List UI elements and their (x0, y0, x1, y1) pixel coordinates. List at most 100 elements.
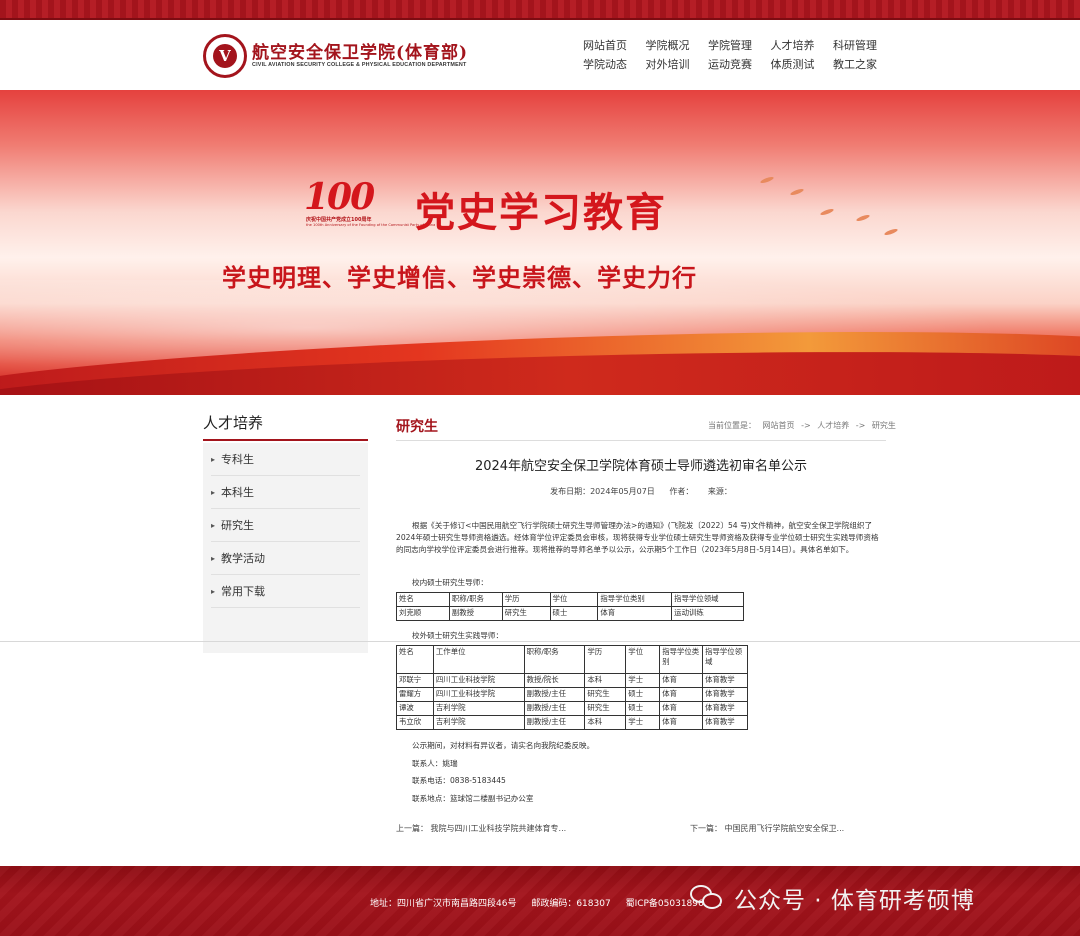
breadcrumb-arrow: -> (855, 421, 866, 430)
table-header-row: 姓名 工作单位 职称/职务 学历 学位 指导学位类别 指导学位领域 (396, 645, 748, 674)
bird-decor-icon (789, 187, 805, 197)
banner-title: 党史学习教育 (415, 189, 667, 236)
table1-label: 校内硕士研究生导师： (412, 578, 488, 587)
table-header-cell: 职称/职务 (448, 592, 503, 607)
college-seal-icon[interactable]: V (203, 34, 247, 78)
table-cell: 副教授/主任 (523, 701, 586, 716)
banner-subtitle: 学史明理、学史增信、学史崇德、学史力行 (222, 264, 697, 292)
table-header-cell: 指导学位类别 (597, 592, 673, 607)
next-article-link[interactable]: 下一篇： 中国民用飞行学院航空安全保卫... (690, 823, 844, 834)
breadcrumb-talent[interactable]: 人才培养 (817, 421, 849, 430)
article-date: 发布日期：2024年05月07日 (550, 487, 655, 496)
table-cell: 四川工业科技学院 (432, 687, 525, 702)
table-cell: 吉利学院 (432, 701, 525, 716)
table-header-cell: 学位 (625, 645, 661, 674)
nav-research[interactable]: 科研管理 (833, 39, 896, 52)
site-header: V 航空安全保卫学院(体育部) CIVIL AVIATION SECURITY … (0, 20, 1080, 90)
sidebar-item-teaching[interactable]: ▸ 教学活动 (211, 542, 360, 575)
table-cell: 体育 (597, 606, 673, 621)
sidebar-item-label: 教学活动 (221, 552, 266, 565)
prev-article-link[interactable]: 上一篇： 我院与四川工业科技学院共建体育专... (396, 823, 566, 834)
article-meta: 发布日期：2024年05月07日 作者： 来源： (396, 486, 886, 497)
table-header-cell: 指导学位类别 (659, 645, 704, 674)
article-source: 来源： (707, 487, 732, 496)
table-row: 雷耀方 四川工业科技学院 副教授/主任 研究生 硕士 体育 体育教学 (396, 687, 748, 702)
nav-competition[interactable]: 运动竞赛 (708, 58, 771, 71)
table-cell: 教授/院长 (523, 673, 586, 688)
nav-management[interactable]: 学院管理 (708, 39, 771, 52)
table-cell: 本科 (584, 715, 627, 730)
breadcrumb: 当前位置是： 网站首页 -> 人才培养 -> 研究生 (708, 420, 900, 431)
notice-text: 公示期间，对材料有异议者，请实名向我院纪委反映。 (412, 741, 595, 750)
breadcrumb-home[interactable]: 网站首页 (763, 421, 795, 430)
table-cell: 运动训练 (671, 606, 744, 621)
table-cell: 体育教学 (702, 715, 748, 730)
nav-news[interactable]: 学院动态 (583, 58, 646, 71)
external-supervisor-table: 姓名 工作单位 职称/职务 学历 学位 指导学位类别 指导学位领域 邓联宁 四川… (396, 645, 748, 730)
main-nav: 网站首页 学院概况 学院管理 人才培养 科研管理 学院动态 对外培训 运动竞赛 … (583, 39, 883, 71)
table-cell: 体育 (659, 715, 704, 730)
nav-home[interactable]: 网站首页 (583, 39, 646, 52)
breadcrumb-graduate[interactable]: 研究生 (872, 421, 896, 430)
table-header-cell: 学历 (501, 592, 551, 607)
table-cell: 副教授/主任 (523, 715, 586, 730)
table-row: 邓联宁 四川工业科技学院 教授/院长 本科 学士 体育 体育教学 (396, 673, 748, 688)
sidebar-title: 人才培养 (203, 414, 264, 432)
table-row: 谭波 吉利学院 副教授/主任 研究生 硕士 体育 体育教学 (396, 701, 748, 716)
bird-decor-icon (819, 207, 835, 217)
sidebar-item-undergraduate[interactable]: ▸ 本科生 (211, 476, 360, 509)
table-header-cell: 工作单位 (432, 645, 525, 674)
bird-decor-icon (759, 175, 775, 185)
sidebar-item-label: 专科生 (221, 453, 255, 466)
bullet-icon: ▸ (211, 586, 216, 596)
watermark-text: 公众号 · 体育研考硕博 (734, 888, 975, 914)
table-cell: 体育 (659, 673, 704, 688)
internal-supervisor-table: 姓名 职称/职务 学历 学位 指导学位类别 指导学位领域 刘克顺 副教授 研究生… (396, 592, 744, 621)
section-divider (396, 440, 886, 441)
nav-overview[interactable]: 学院概况 (646, 39, 709, 52)
table-cell: 雷耀方 (396, 687, 434, 702)
table-cell: 谭波 (396, 701, 434, 716)
nav-talent[interactable]: 人才培养 (771, 39, 834, 52)
bullet-icon: ▸ (211, 553, 216, 563)
wechat-watermark: 公众号 · 体育研考硕博 (690, 876, 975, 920)
centenary-badge: 100 庆祝中国共产党成立100周年 the 100th Anniversary… (304, 176, 435, 227)
table-cell: 体育 (659, 701, 704, 716)
top-decor-strip (0, 0, 1080, 20)
bullet-icon: ▸ (211, 487, 216, 497)
bullet-icon: ▸ (211, 520, 216, 530)
contact-person: 联系人：姚瑞 (412, 759, 458, 768)
sidebar-item-label: 研究生 (221, 519, 255, 532)
table-header-cell: 姓名 (396, 592, 450, 607)
site-footer: 地址：四川省广汉市南昌路四段46号 邮政编码：618307 蜀ICP备05031… (0, 866, 1080, 936)
sidebar-item-label: 本科生 (221, 486, 255, 499)
table-header-cell: 学历 (584, 645, 627, 674)
table-header-cell: 职称/职务 (523, 645, 586, 674)
sidebar-item-graduate[interactable]: ▸ 研究生 (211, 509, 360, 542)
table-cell: 体育教学 (702, 701, 748, 716)
table-cell: 体育教学 (702, 687, 748, 702)
table-cell: 副教授 (448, 606, 503, 621)
table-cell: 刘克顺 (396, 606, 450, 621)
table-cell: 副教授/主任 (523, 687, 586, 702)
article-title: 2024年航空安全保卫学院体育硕士导师遴选初审名单公示 (474, 459, 808, 474)
nav-fitness[interactable]: 体质测试 (771, 58, 834, 71)
sidebar-divider (203, 439, 368, 441)
table2-label: 校外硕士研究生实践导师： (412, 631, 504, 640)
logo-title[interactable]: 航空安全保卫学院(体育部) (252, 38, 468, 63)
table-cell: 学士 (625, 715, 661, 730)
sidebar-item-downloads[interactable]: ▸ 常用下载 (211, 575, 360, 608)
nav-training[interactable]: 对外培训 (646, 58, 709, 71)
sidebar-item-label: 常用下载 (221, 585, 266, 598)
sidebar-item-junior-college[interactable]: ▸ 专科生 (211, 443, 360, 476)
table-cell: 硕士 (549, 606, 599, 621)
breadcrumb-arrow: -> (801, 421, 811, 430)
article-paragraph: 根据《关于修订<中国民用航空飞行学院硕士研究生导师管理办法>的通知》(飞院发〔2… (396, 521, 879, 554)
hero-banner: 100 庆祝中国共产党成立100周年 the 100th Anniversary… (0, 90, 1080, 395)
table-cell: 本科 (584, 673, 627, 688)
nav-staff[interactable]: 教工之家 (833, 58, 896, 71)
table-cell: 体育教学 (702, 673, 748, 688)
footer-address: 地址：四川省广汉市南昌路四段46号 (370, 899, 517, 909)
table-cell: 研究生 (501, 606, 551, 621)
table-cell: 研究生 (584, 687, 627, 702)
